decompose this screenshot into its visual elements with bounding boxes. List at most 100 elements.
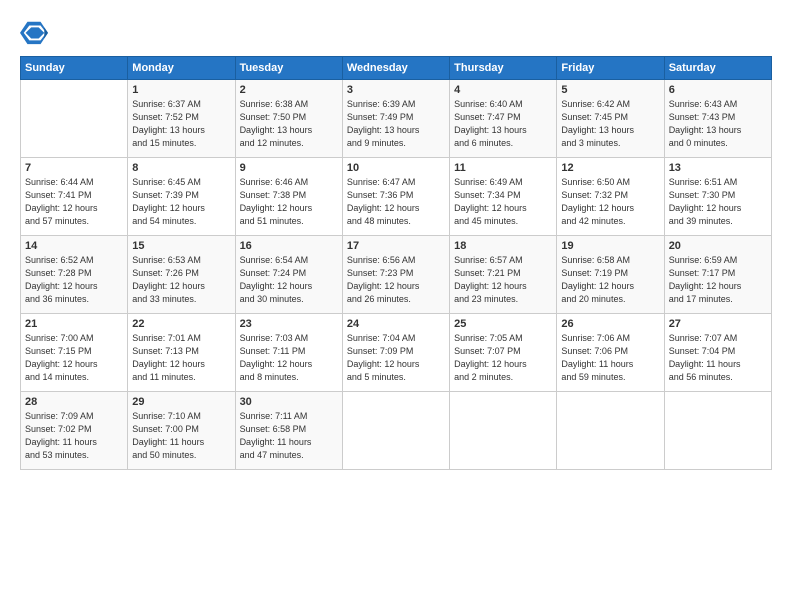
header-cell-thursday: Thursday [450, 57, 557, 80]
day-cell: 23 Sunrise: 7:03 AM Sunset: 7:11 PM Dayli… [235, 314, 342, 392]
page-header [20, 18, 772, 46]
day-number: 10 [347, 162, 445, 174]
day-info: Sunrise: 6:53 AM Sunset: 7:26 PM Dayligh… [132, 254, 230, 306]
day-info: Sunrise: 6:50 AM Sunset: 7:32 PM Dayligh… [561, 176, 659, 228]
day-info: Sunrise: 6:52 AM Sunset: 7:28 PM Dayligh… [25, 254, 123, 306]
day-info: Sunrise: 7:05 AM Sunset: 7:07 PM Dayligh… [454, 332, 552, 384]
logo [20, 18, 52, 46]
week-row-4: 21 Sunrise: 7:00 AM Sunset: 7:15 PM Dayli… [21, 314, 772, 392]
day-info: Sunrise: 6:59 AM Sunset: 7:17 PM Dayligh… [669, 254, 767, 306]
calendar-header: SundayMondayTuesdayWednesdayThursdayFrid… [21, 57, 772, 80]
day-cell [21, 80, 128, 158]
day-number: 13 [669, 162, 767, 174]
day-number: 11 [454, 162, 552, 174]
day-number: 29 [132, 396, 230, 408]
day-info: Sunrise: 7:06 AM Sunset: 7:06 PM Dayligh… [561, 332, 659, 384]
day-number: 25 [454, 318, 552, 330]
day-cell: 21 Sunrise: 7:00 AM Sunset: 7:15 PM Dayli… [21, 314, 128, 392]
week-row-2: 7 Sunrise: 6:44 AM Sunset: 7:41 PM Daylig… [21, 158, 772, 236]
day-info: Sunrise: 6:58 AM Sunset: 7:19 PM Dayligh… [561, 254, 659, 306]
day-number: 7 [25, 162, 123, 174]
day-number: 16 [240, 240, 338, 252]
day-cell: 2 Sunrise: 6:38 AM Sunset: 7:50 PM Daylig… [235, 80, 342, 158]
header-cell-wednesday: Wednesday [342, 57, 449, 80]
day-info: Sunrise: 6:44 AM Sunset: 7:41 PM Dayligh… [25, 176, 123, 228]
day-cell: 7 Sunrise: 6:44 AM Sunset: 7:41 PM Daylig… [21, 158, 128, 236]
day-cell: 14 Sunrise: 6:52 AM Sunset: 7:28 PM Dayli… [21, 236, 128, 314]
day-cell: 27Sunrise: 7:07 AM Sunset: 7:04 PM Dayli… [664, 314, 771, 392]
day-cell: 16 Sunrise: 6:54 AM Sunset: 7:24 PM Dayli… [235, 236, 342, 314]
day-number: 5 [561, 84, 659, 96]
week-row-5: 28 Sunrise: 7:09 AM Sunset: 7:02 PM Dayli… [21, 392, 772, 470]
day-info: Sunrise: 6:37 AM Sunset: 7:52 PM Dayligh… [132, 98, 230, 150]
day-info: Sunrise: 6:42 AM Sunset: 7:45 PM Dayligh… [561, 98, 659, 150]
day-info: Sunrise: 6:51 AM Sunset: 7:30 PM Dayligh… [669, 176, 767, 228]
day-cell [664, 392, 771, 470]
day-info: Sunrise: 6:39 AM Sunset: 7:49 PM Dayligh… [347, 98, 445, 150]
header-row: SundayMondayTuesdayWednesdayThursdayFrid… [21, 57, 772, 80]
day-number: 26 [561, 318, 659, 330]
day-info: Sunrise: 6:43 AM Sunset: 7:43 PM Dayligh… [669, 98, 767, 150]
header-cell-sunday: Sunday [21, 57, 128, 80]
day-number: 21 [25, 318, 123, 330]
day-cell: 30 Sunrise: 7:11 AM Sunset: 6:58 PM Dayli… [235, 392, 342, 470]
header-cell-tuesday: Tuesday [235, 57, 342, 80]
day-cell: 19 Sunrise: 6:58 AM Sunset: 7:19 PM Dayli… [557, 236, 664, 314]
day-cell: 26 Sunrise: 7:06 AM Sunset: 7:06 PM Dayli… [557, 314, 664, 392]
day-cell: 8 Sunrise: 6:45 AM Sunset: 7:39 PM Daylig… [128, 158, 235, 236]
day-info: Sunrise: 6:40 AM Sunset: 7:47 PM Dayligh… [454, 98, 552, 150]
day-cell [557, 392, 664, 470]
day-number: 12 [561, 162, 659, 174]
day-number: 17 [347, 240, 445, 252]
day-info: Sunrise: 6:54 AM Sunset: 7:24 PM Dayligh… [240, 254, 338, 306]
logo-icon [20, 18, 48, 46]
day-info: Sunrise: 7:11 AM Sunset: 6:58 PM Dayligh… [240, 410, 338, 462]
day-cell: 17Sunrise: 6:56 AM Sunset: 7:23 PM Dayli… [342, 236, 449, 314]
week-row-3: 14 Sunrise: 6:52 AM Sunset: 7:28 PM Dayli… [21, 236, 772, 314]
day-number: 14 [25, 240, 123, 252]
day-info: Sunrise: 6:46 AM Sunset: 7:38 PM Dayligh… [240, 176, 338, 228]
day-number: 3 [347, 84, 445, 96]
day-info: Sunrise: 7:09 AM Sunset: 7:02 PM Dayligh… [25, 410, 123, 462]
header-cell-friday: Friday [557, 57, 664, 80]
day-info: Sunrise: 6:57 AM Sunset: 7:21 PM Dayligh… [454, 254, 552, 306]
day-number: 2 [240, 84, 338, 96]
day-number: 24 [347, 318, 445, 330]
day-cell: 28 Sunrise: 7:09 AM Sunset: 7:02 PM Dayli… [21, 392, 128, 470]
day-cell: 25 Sunrise: 7:05 AM Sunset: 7:07 PM Dayli… [450, 314, 557, 392]
day-info: Sunrise: 7:04 AM Sunset: 7:09 PM Dayligh… [347, 332, 445, 384]
day-number: 9 [240, 162, 338, 174]
day-cell: 12 Sunrise: 6:50 AM Sunset: 7:32 PM Dayli… [557, 158, 664, 236]
day-number: 4 [454, 84, 552, 96]
day-cell: 29Sunrise: 7:10 AM Sunset: 7:00 PM Dayli… [128, 392, 235, 470]
day-cell: 3 Sunrise: 6:39 AM Sunset: 7:49 PM Daylig… [342, 80, 449, 158]
day-cell: 15 Sunrise: 6:53 AM Sunset: 7:26 PM Dayli… [128, 236, 235, 314]
day-cell: 1Sunrise: 6:37 AM Sunset: 7:52 PM Daylig… [128, 80, 235, 158]
day-number: 15 [132, 240, 230, 252]
week-row-1: 1Sunrise: 6:37 AM Sunset: 7:52 PM Daylig… [21, 80, 772, 158]
day-number: 19 [561, 240, 659, 252]
day-cell: 4 Sunrise: 6:40 AM Sunset: 7:47 PM Daylig… [450, 80, 557, 158]
day-number: 20 [669, 240, 767, 252]
day-info: Sunrise: 6:45 AM Sunset: 7:39 PM Dayligh… [132, 176, 230, 228]
day-number: 30 [240, 396, 338, 408]
header-cell-saturday: Saturday [664, 57, 771, 80]
calendar-body: 1Sunrise: 6:37 AM Sunset: 7:52 PM Daylig… [21, 80, 772, 470]
day-cell: 5 Sunrise: 6:42 AM Sunset: 7:45 PM Daylig… [557, 80, 664, 158]
day-info: Sunrise: 7:01 AM Sunset: 7:13 PM Dayligh… [132, 332, 230, 384]
day-number: 23 [240, 318, 338, 330]
calendar-table: SundayMondayTuesdayWednesdayThursdayFrid… [20, 56, 772, 470]
day-cell: 22Sunrise: 7:01 AM Sunset: 7:13 PM Dayli… [128, 314, 235, 392]
day-cell: 24 Sunrise: 7:04 AM Sunset: 7:09 PM Dayli… [342, 314, 449, 392]
day-number: 8 [132, 162, 230, 174]
day-cell: 13 Sunrise: 6:51 AM Sunset: 7:30 PM Dayli… [664, 158, 771, 236]
day-info: Sunrise: 6:38 AM Sunset: 7:50 PM Dayligh… [240, 98, 338, 150]
day-cell: 11 Sunrise: 6:49 AM Sunset: 7:34 PM Dayli… [450, 158, 557, 236]
day-number: 6 [669, 84, 767, 96]
day-number: 28 [25, 396, 123, 408]
day-cell: 6 Sunrise: 6:43 AM Sunset: 7:43 PM Daylig… [664, 80, 771, 158]
day-info: Sunrise: 6:49 AM Sunset: 7:34 PM Dayligh… [454, 176, 552, 228]
day-info: Sunrise: 7:03 AM Sunset: 7:11 PM Dayligh… [240, 332, 338, 384]
day-cell: 9 Sunrise: 6:46 AM Sunset: 7:38 PM Daylig… [235, 158, 342, 236]
day-info: Sunrise: 7:00 AM Sunset: 7:15 PM Dayligh… [25, 332, 123, 384]
